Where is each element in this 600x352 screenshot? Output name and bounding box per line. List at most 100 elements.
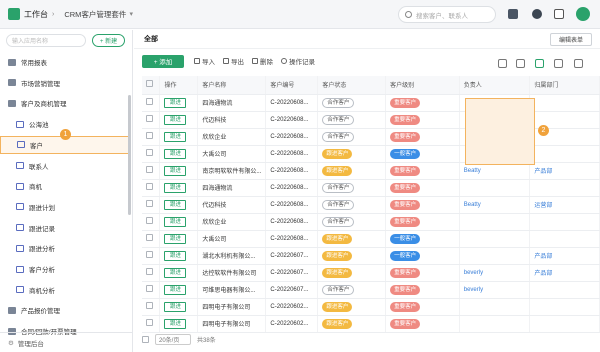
col-customer-name[interactable]: 客户名称	[197, 76, 267, 95]
row-checkbox[interactable]	[142, 281, 161, 299]
row-checkbox[interactable]	[142, 247, 161, 265]
edit-form-button[interactable]: 编辑表单	[550, 33, 592, 46]
chevron-down-icon[interactable]: ▾	[129, 10, 133, 18]
customer-name[interactable]: 代迈科技	[197, 111, 267, 129]
row-checkbox[interactable]	[142, 230, 161, 248]
follow-up-button[interactable]: 跟进	[164, 165, 187, 176]
follow-up-button[interactable]: 跟进	[164, 301, 187, 312]
customer-name[interactable]: 湖北水利机有限公...	[197, 247, 267, 265]
follow-up-button[interactable]: 跟进	[164, 233, 187, 244]
notification-icon[interactable]	[532, 9, 542, 19]
row-checkbox[interactable]	[142, 298, 161, 316]
department-cell[interactable]: 产品部	[529, 264, 600, 282]
customer-name[interactable]: 欣欣企业	[197, 128, 267, 146]
import-button[interactable]: 导入	[194, 56, 215, 66]
owner-cell[interactable]	[459, 179, 531, 197]
sidebar-item-follow-plan[interactable]: 跟进计划	[0, 198, 130, 216]
department-cell[interactable]	[529, 145, 600, 163]
sidebar-scrollbar[interactable]	[128, 95, 131, 215]
owner-cell[interactable]	[459, 247, 531, 265]
row-checkbox[interactable]	[142, 196, 161, 214]
table-row[interactable]: 跟进 四明电子有限公司 C-20220602... 跟进客户 重要客户	[142, 315, 600, 333]
customer-name[interactable]: 达控软软件有限公司	[197, 264, 267, 282]
department-cell[interactable]	[529, 298, 600, 316]
export-button[interactable]: 导出	[223, 56, 244, 66]
owner-cell[interactable]	[459, 298, 531, 316]
col-customer-level[interactable]: 客户级别	[385, 76, 460, 95]
select-page-checkbox[interactable]	[142, 336, 149, 343]
customer-name[interactable]: 四明电子有限公司	[197, 298, 267, 316]
department-cell[interactable]: 产品部	[529, 162, 600, 180]
sidebar-item-opportunity[interactable]: 商机	[0, 177, 130, 195]
global-search-input[interactable]: 搜索客户、联系人	[398, 6, 496, 23]
customer-name[interactable]: 南京明软软件有限公...	[197, 162, 267, 180]
refresh-icon[interactable]	[554, 59, 563, 68]
follow-up-button[interactable]: 跟进	[164, 267, 187, 278]
table-row[interactable]: 跟进 大禹公司 C-20220608... 跟进客户 一般客户	[142, 230, 600, 248]
col-owner[interactable]: 负责人	[459, 76, 531, 95]
operation-log-button[interactable]: 操作记录	[281, 56, 315, 66]
follow-up-button[interactable]: 跟进	[164, 182, 187, 193]
help-icon[interactable]	[554, 9, 564, 19]
sidebar-item-opportunity-analysis[interactable]: 商机分析	[0, 281, 130, 299]
row-checkbox[interactable]	[142, 264, 161, 282]
follow-up-button[interactable]: 跟进	[164, 318, 187, 329]
customer-name[interactable]: 可维思电器有限公...	[197, 281, 267, 299]
select-all-checkbox[interactable]	[142, 76, 161, 95]
table-row[interactable]: 跟进 可维思电器有限公... C-20220607... 合作客户 重要客户 beverl…	[142, 281, 600, 299]
department-cell[interactable]	[529, 179, 600, 197]
tab-all[interactable]: 全部	[144, 34, 158, 44]
owner-cell[interactable]	[459, 213, 531, 231]
department-cell[interactable]	[529, 213, 600, 231]
row-checkbox[interactable]	[142, 179, 161, 197]
table-row[interactable]: 跟进 四海通物流 C-20220608... 合作客户 重要客户	[142, 179, 600, 197]
department-cell[interactable]	[529, 94, 600, 112]
follow-up-button[interactable]: 跟进	[164, 148, 187, 159]
row-checkbox[interactable]	[142, 145, 161, 163]
owner-cell[interactable]: beverly	[459, 281, 531, 299]
follow-up-button[interactable]: 跟进	[164, 131, 187, 142]
sidebar-item-marketing[interactable]: 市场营销管理	[0, 74, 130, 92]
workspace-label[interactable]: 工作台	[24, 9, 48, 20]
customer-name[interactable]: 四海通物流	[197, 179, 267, 197]
sidebar-item-product-quote[interactable]: 产品报价管理	[0, 301, 130, 319]
customer-name[interactable]: 欣欣企业	[197, 213, 267, 231]
row-checkbox[interactable]	[142, 94, 161, 112]
page-size-select[interactable]: 20条/页	[155, 334, 191, 345]
view-toggle-icon[interactable]	[535, 59, 544, 68]
admin-backend-link[interactable]: ⚙ 管理后台	[0, 332, 133, 352]
follow-up-button[interactable]: 跟进	[164, 199, 187, 210]
follow-up-button[interactable]: 跟进	[164, 114, 187, 125]
customer-name[interactable]: 代迈科技	[197, 196, 267, 214]
follow-up-button[interactable]: 跟进	[164, 284, 187, 295]
row-checkbox[interactable]	[142, 128, 161, 146]
owner-cell[interactable]: beverly	[459, 264, 531, 282]
table-row[interactable]: 跟进 欣欣企业 C-20220608... 合作客户 重要客户	[142, 213, 600, 231]
sidebar-item-follow-analysis[interactable]: 跟进分析	[0, 239, 130, 257]
row-checkbox[interactable]	[142, 111, 161, 129]
department-cell[interactable]: 运营部	[529, 196, 600, 214]
customer-name[interactable]: 大禹公司	[197, 145, 267, 163]
department-cell[interactable]	[529, 281, 600, 299]
sidebar-item-contact[interactable]: 联系人	[0, 157, 130, 175]
col-department[interactable]: 归属部门	[529, 76, 600, 95]
sort-icon[interactable]	[516, 59, 525, 68]
sidebar-item-customer-opportunity[interactable]: 客户及商机管理	[0, 94, 130, 112]
avatar[interactable]	[576, 7, 590, 21]
department-cell[interactable]: 产品部	[529, 247, 600, 265]
col-customer-status[interactable]: 客户状态	[317, 76, 387, 95]
sidebar-search-input[interactable]: 输入应用名称	[6, 33, 86, 47]
row-checkbox[interactable]	[142, 162, 161, 180]
follow-up-button[interactable]: 跟进	[164, 216, 187, 227]
table-row[interactable]: 跟进 四明电子有限公司 C-20220602... 跟进客户 重要客户	[142, 298, 600, 316]
settings-icon[interactable]	[574, 59, 583, 68]
app-grid-icon[interactable]	[508, 9, 518, 19]
department-cell[interactable]	[529, 315, 600, 333]
add-button[interactable]: + 添加	[142, 54, 184, 68]
owner-cell[interactable]	[459, 315, 531, 333]
sidebar-item-common-reports[interactable]: 常用报表	[0, 53, 130, 71]
row-checkbox[interactable]	[142, 315, 161, 333]
owner-cell[interactable]	[459, 230, 531, 248]
col-customer-code[interactable]: 客户编号	[265, 76, 319, 95]
app-name[interactable]: CRM客户管理套件	[64, 9, 126, 20]
